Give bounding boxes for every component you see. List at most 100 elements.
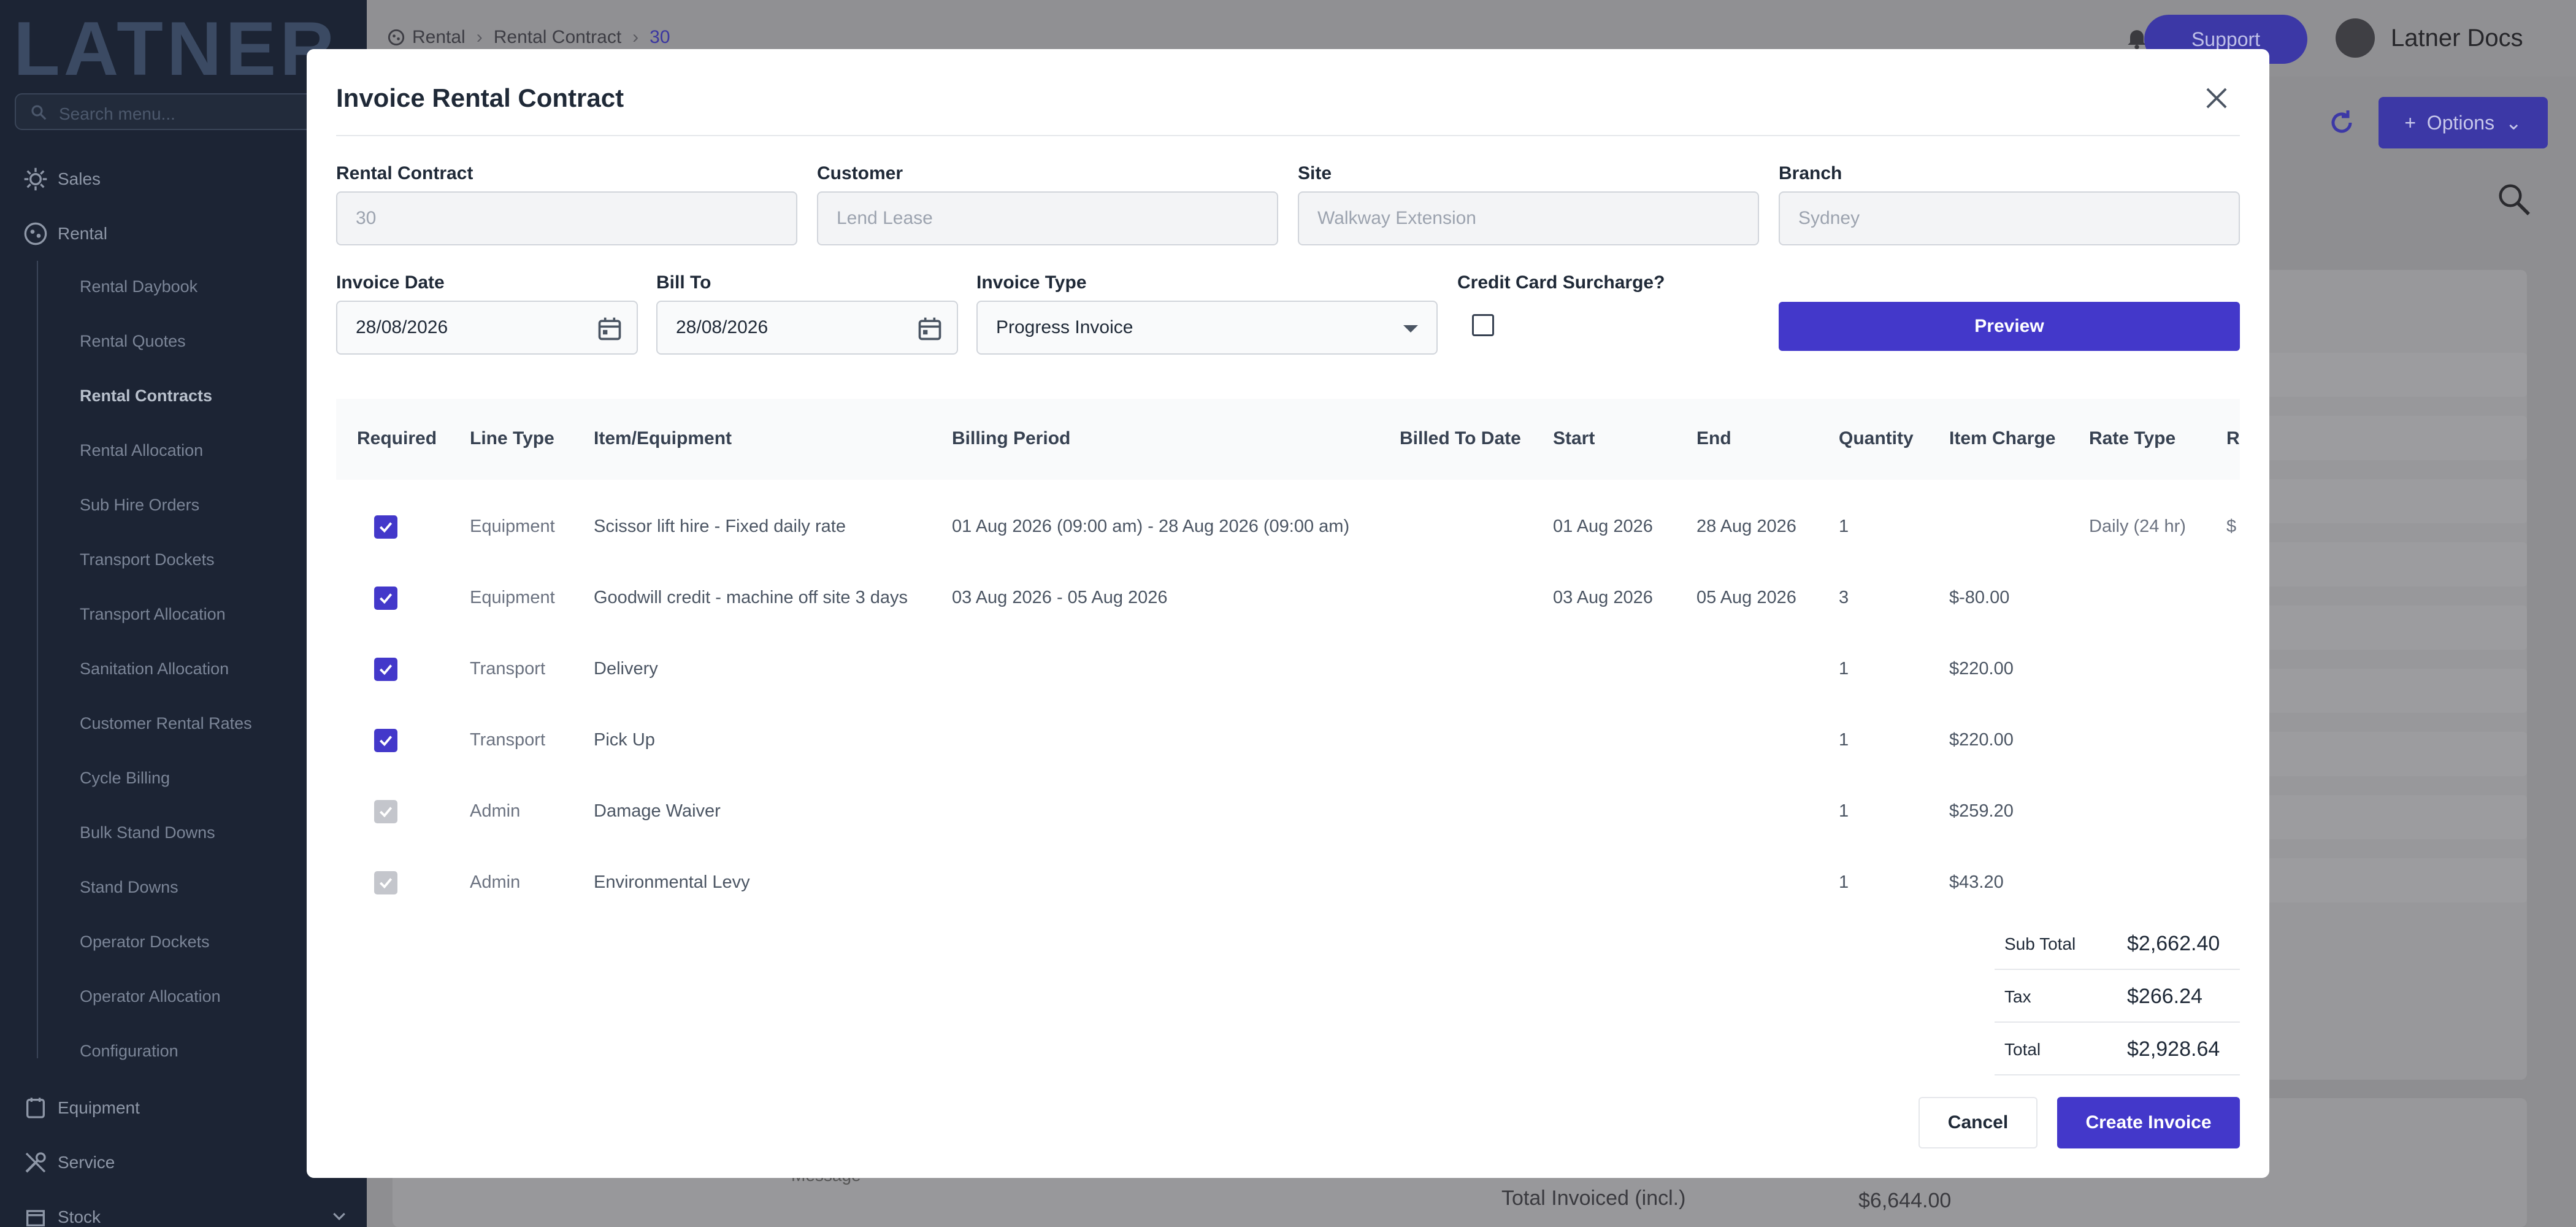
stock-icon [26,1210,45,1226]
credit-card-surcharge-label: Credit Card Surcharge? [1457,272,1665,293]
check-icon [379,736,393,747]
sidebar-item-transport-allocation[interactable]: Transport Allocation [80,605,226,624]
nav-tree-line [37,261,38,1058]
rental-contract-field[interactable]: 30 [336,191,797,245]
sidebar-item-label: Equipment [58,1098,140,1117]
required-checkbox[interactable] [374,658,397,681]
table-row: Admin Damage Waiver 1 $259.20 [336,777,2240,848]
invoice-date-label: Invoice Date [336,272,445,293]
sidebar-item-label: Stock [58,1207,101,1226]
column-header: Billed To Date [1400,428,1521,448]
chevron-down-icon[interactable] [330,1207,348,1226]
sidebar-item-rental-quotes[interactable]: Rental Quotes [80,332,186,351]
calendar-icon[interactable] [916,315,943,342]
sidebar-item-sales[interactable]: Sales [23,161,101,198]
sidebar-item-stock[interactable]: Stock [23,1199,101,1227]
plus-icon: + [2404,112,2427,134]
required-checkbox[interactable] [374,729,397,752]
cancel-button[interactable]: Cancel [1919,1097,2037,1148]
credit-card-surcharge-checkbox[interactable] [1472,314,1494,336]
sidebar-item-rental[interactable]: Rental [23,215,107,252]
total-label: Total [2004,1040,2041,1059]
customer-field[interactable]: Lend Lease [817,191,1278,245]
sidebar-item-service[interactable]: Service [23,1144,115,1181]
branch-field[interactable]: Sydney [1779,191,2240,245]
chevron-down-icon: ⌄ [2494,112,2522,134]
sidebar-item-rental-daybook[interactable]: Rental Daybook [80,277,197,296]
table-row: Equipment Scissor lift hire - Fixed dail… [336,492,2240,563]
cell-item: Scissor lift hire - Fixed daily rate [594,517,846,536]
cell-quantity: 1 [1839,659,1849,679]
cell-end: 28 Aug 2026 [1696,517,1796,536]
invoice-type-select[interactable]: Progress Invoice [976,301,1438,355]
tax-label: Tax [2004,987,2031,1006]
sidebar-item-sanitation-allocation[interactable]: Sanitation Allocation [80,660,229,679]
cell-quantity: 3 [1839,588,1849,607]
cell-billing-period: 03 Aug 2026 - 05 Aug 2026 [952,588,1168,607]
invoice-modal: Invoice Rental Contract Rental Contract … [307,49,2269,1178]
total-invoiced-value: $6,644.00 [1858,1189,1952,1212]
cell-item-charge: $-80.00 [1949,588,2010,607]
column-header: Line Type [470,428,554,448]
sidebar-item-equipment[interactable]: Equipment [23,1090,140,1126]
cell-item: Environmental Levy [594,872,750,892]
tax-value: $266.24 [2127,985,2202,1008]
calendar-icon[interactable] [596,315,623,342]
table-row: Admin Environmental Levy 1 $43.20 [336,848,2240,919]
bill-to-field[interactable]: 28/08/2026 [656,301,958,355]
cell-line-type: Transport [470,730,546,750]
cell-line-type: Admin [470,801,521,821]
sidebar-item-rental-allocation[interactable]: Rental Allocation [80,441,203,460]
user-name[interactable]: Latner Docs [2391,25,2523,52]
breadcrumb-current: 30 [650,27,670,47]
sidebar-item-label: Rental [58,224,107,243]
sidebar-item-customer-rental-rates[interactable]: Customer Rental Rates [80,714,252,733]
close-button[interactable] [2201,82,2233,114]
search-placeholder: Search menu... [59,104,175,123]
breadcrumb-rental[interactable]: Rental [412,27,466,48]
cell-item-charge: $220.00 [1949,730,2014,750]
cell-item: Goodwill credit - machine off site 3 day… [594,588,908,607]
rental-contract-label: Rental Contract [336,163,473,183]
sidebar-item-cycle-billing[interactable]: Cycle Billing [80,769,170,788]
preview-button[interactable]: Preview [1779,302,2240,351]
cell-line-type: Equipment [470,588,555,607]
refresh-icon[interactable] [2327,108,2356,137]
cell-start: 01 Aug 2026 [1553,517,1653,536]
zoom-search-icon[interactable] [2495,180,2532,217]
cell-item-charge: $43.20 [1949,872,2004,892]
options-button[interactable]: + Options ⌄ [2379,97,2548,148]
cell-quantity: 1 [1839,730,1849,750]
sidebar-item-configuration[interactable]: Configuration [80,1042,178,1061]
required-checkbox[interactable] [374,587,397,610]
table-row: Equipment Goodwill credit - machine off … [336,563,2240,634]
sidebar-item-sub-hire-orders[interactable]: Sub Hire Orders [80,496,199,515]
cell-item: Damage Waiver [594,801,721,821]
cell-rate: $ [2226,517,2237,536]
bill-to-value: 28/08/2026 [676,317,769,337]
create-invoice-button[interactable]: Create Invoice [2057,1097,2240,1148]
sidebar-item-rental-contracts[interactable]: Rental Contracts [80,387,212,406]
sales-icon [24,167,47,191]
table-header: Required Line Type Item/Equipment Billin… [336,399,2240,480]
sidebar-item-label: Service [58,1153,115,1172]
column-header: Rate Type [2089,428,2176,448]
total-value: $2,928.64 [2127,1037,2220,1061]
sidebar-item-bulk-stand-downs[interactable]: Bulk Stand Downs [80,823,215,842]
required-checkbox-disabled [374,800,397,823]
invoice-date-field[interactable]: 28/08/2026 [336,301,638,355]
sidebar-item-operator-allocation[interactable]: Operator Allocation [80,987,221,1006]
site-field[interactable]: Walkway Extension [1298,191,1759,245]
sidebar-item-stand-downs[interactable]: Stand Downs [80,878,178,897]
sidebar-item-transport-dockets[interactable]: Transport Dockets [80,550,215,569]
modal-title: Invoice Rental Contract [336,83,624,112]
column-header: Item/Equipment [594,428,732,448]
required-checkbox[interactable] [374,515,397,539]
header-divider [336,135,2240,136]
check-icon [379,522,393,533]
cell-item: Delivery [594,659,658,679]
column-header: Item Charge [1949,428,2056,448]
breadcrumb-rental-contract[interactable]: Rental Contract [494,27,621,48]
sidebar-item-operator-dockets[interactable]: Operator Dockets [80,933,210,952]
avatar[interactable] [2336,18,2375,58]
